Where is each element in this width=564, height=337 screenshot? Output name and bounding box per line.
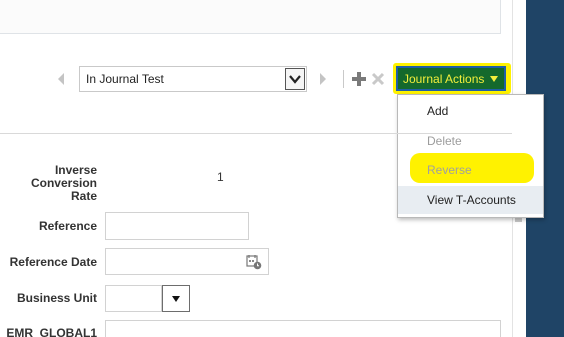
toolbar-divider: [343, 70, 344, 88]
menu-item-delete: Delete: [427, 134, 462, 148]
emr-global1-input[interactable]: [105, 320, 501, 337]
calendar-icon[interactable]: [246, 254, 262, 270]
section-divider: [0, 133, 512, 134]
triangle-down-icon[interactable]: [162, 285, 190, 312]
business-unit-label: Business Unit: [16, 291, 97, 305]
chevron-down-icon[interactable]: [285, 68, 305, 90]
business-unit-input[interactable]: [105, 285, 162, 312]
inverse-conversion-rate-value: 1: [217, 170, 224, 184]
menu-item-view-t-accounts[interactable]: View T-Accounts: [398, 186, 543, 214]
emr-global1-label: EMR_GLOBAL1: [6, 326, 97, 337]
reference-input[interactable]: [105, 212, 249, 240]
journal-select[interactable]: In Journal Test: [79, 66, 307, 92]
inverse-conversion-rate-label: Inverse Conversion Rate: [30, 163, 97, 203]
menu-item-reverse: Reverse: [427, 163, 472, 177]
x-icon: [370, 71, 386, 87]
caret-down-icon: [490, 75, 499, 82]
journal-select-value: In Journal Test: [86, 72, 164, 86]
top-panel: [0, 0, 501, 34]
plus-icon[interactable]: [351, 71, 367, 87]
journal-actions-menu: Add Delete Reverse View T-Accounts: [397, 94, 544, 218]
previous-journal-icon[interactable]: [56, 72, 66, 86]
reference-label: Reference: [38, 219, 97, 233]
reference-date-label: Reference Date: [9, 255, 97, 269]
menu-item-add[interactable]: Add: [398, 97, 543, 125]
journal-actions-label: Journal Actions: [403, 71, 485, 86]
journal-actions-button[interactable]: Journal Actions: [396, 66, 506, 91]
reference-date-input[interactable]: [105, 248, 269, 275]
next-journal-icon[interactable]: [318, 72, 328, 86]
